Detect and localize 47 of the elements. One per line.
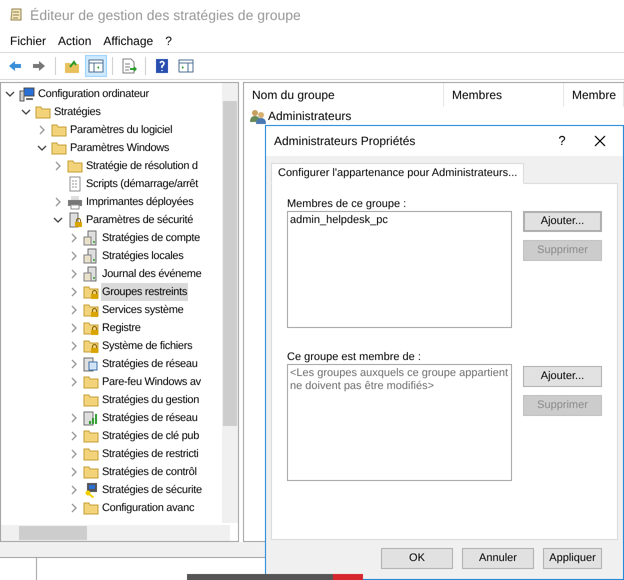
section-label: Ce groupe est membre de : bbox=[287, 350, 422, 364]
tree-item[interactable]: Stratégies de compte bbox=[101, 229, 201, 247]
tree-item[interactable]: Stratégies de réseau bbox=[101, 409, 199, 427]
tree-item[interactable]: Système de fichiers bbox=[101, 337, 194, 355]
tree-item[interactable]: Stratégies de contrôl bbox=[101, 463, 198, 481]
menu-item[interactable]: Affichage bbox=[97, 32, 160, 50]
push-button[interactable]: Ajouter... bbox=[523, 366, 602, 387]
list-item[interactable]: admin_helpdesk_pc bbox=[290, 214, 509, 227]
menu-item[interactable]: Fichier bbox=[4, 32, 52, 50]
tree-item[interactable]: Stratégies de restricti bbox=[101, 445, 200, 463]
tree-item[interactable]: Stratégies bbox=[53, 103, 102, 121]
tree-item[interactable]: Configuration ordinateur bbox=[37, 85, 150, 103]
tree-item[interactable]: Journal des événeme bbox=[101, 265, 202, 283]
push-button[interactable]: Ajouter... bbox=[523, 211, 602, 232]
column-header[interactable]: Membres bbox=[444, 83, 564, 107]
window-title: Éditeur de gestion des stratégies de groupe bbox=[30, 6, 301, 25]
tree-item[interactable]: Stratégies du gestion bbox=[101, 391, 200, 409]
tree-item[interactable]: Configuration avanc bbox=[101, 499, 196, 517]
section-label: Membres de ce groupe : bbox=[287, 197, 408, 211]
tree-item[interactable]: Stratégies de réseau bbox=[101, 355, 199, 373]
dialog-button[interactable]: OK bbox=[381, 548, 453, 569]
dialog-title: Administrateurs Propriétés bbox=[274, 133, 416, 150]
dialog-button[interactable]: Annuler bbox=[462, 548, 534, 569]
tree-item[interactable]: Stratégies de clé pub bbox=[101, 427, 200, 445]
table-cell[interactable]: Administrateurs bbox=[268, 107, 352, 125]
tree-item[interactable]: Stratégies locales bbox=[101, 247, 184, 265]
help-button[interactable]: ? bbox=[547, 131, 577, 151]
tree-item[interactable]: Scripts (démarrage/arrêt bbox=[85, 175, 200, 193]
menu-item[interactable]: ? bbox=[159, 32, 178, 50]
tree-item[interactable]: Groupes restreints bbox=[101, 283, 188, 301]
tree-item[interactable]: Pare-feu Windows av bbox=[101, 373, 202, 391]
placeholder-text: <Les groupes auxquels ce groupe appartient ne doivent pas être modifiés> bbox=[290, 367, 509, 393]
column-header[interactable]: Membre bbox=[564, 83, 624, 107]
tab[interactable]: Configurer l'appartenance pour Administrateurs... bbox=[271, 163, 524, 184]
member-list[interactable]: admin_helpdesk_pc bbox=[287, 211, 512, 328]
tree-item[interactable]: Services système bbox=[101, 301, 184, 319]
tree-item[interactable]: Registre bbox=[101, 319, 142, 337]
tree-item[interactable]: Imprimantes déployées bbox=[85, 193, 194, 211]
menu-item[interactable]: Action bbox=[52, 32, 98, 50]
tree-item[interactable]: Stratégie de résolution d bbox=[85, 157, 199, 175]
column-header[interactable]: Nom du groupe bbox=[244, 83, 444, 107]
member-list[interactable]: <Les groupes auxquels ce groupe appartient ne doivent pas être modifiés> bbox=[287, 364, 512, 481]
tree-item[interactable]: Paramètres Windows bbox=[69, 139, 170, 157]
dialog-button[interactable]: Appliquer bbox=[543, 548, 602, 569]
tree-item[interactable]: Paramètres du logiciel bbox=[69, 121, 174, 139]
tree-item[interactable]: Paramètres de sécurité bbox=[85, 211, 194, 229]
tree-item[interactable]: Stratégies de sécurite bbox=[101, 481, 203, 499]
